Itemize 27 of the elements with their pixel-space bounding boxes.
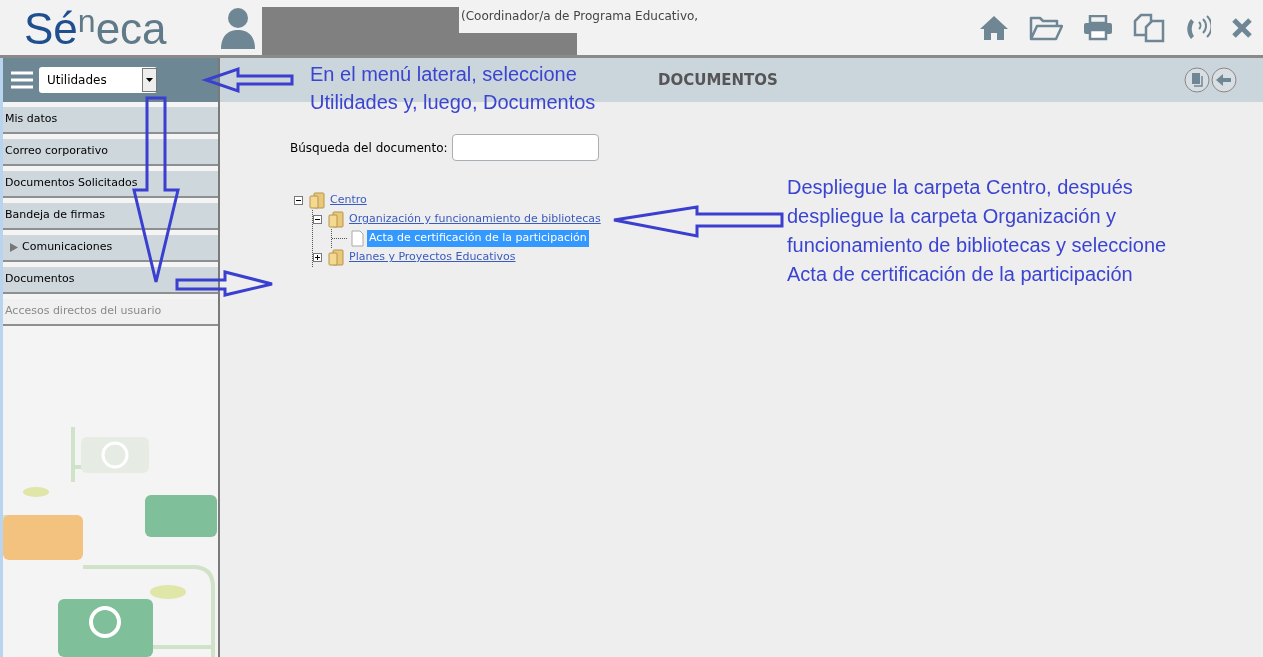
expand-toggle[interactable] — [313, 253, 322, 262]
collapse-toggle[interactable] — [294, 196, 303, 205]
folder-icon — [309, 192, 325, 209]
folder-icon[interactable] — [1029, 14, 1063, 41]
close-icon[interactable] — [1231, 16, 1253, 39]
menu-icon[interactable] — [11, 71, 33, 89]
folder-link[interactable]: Planes y Proyectos Educativos — [347, 249, 518, 266]
page-title: DOCUMENTOS — [658, 69, 778, 91]
dropdown-caret-icon[interactable] — [142, 68, 157, 92]
search-label: Búsqueda del documento: — [290, 139, 448, 157]
documents-icon[interactable] — [1184, 67, 1210, 93]
annotation-text: En el menú lateral, seleccione Utilidades y, luego, Documentos — [310, 62, 596, 115]
annotation-text: Despliegue la carpeta Centro, después despliegue la carpeta Organización y funcionamiento de bibliotecas y seleccione Acta de certificación de la participación — [787, 175, 1167, 287]
folder-icon — [328, 249, 344, 266]
folder-link[interactable]: Centro — [328, 192, 369, 209]
copy-icon[interactable] — [1133, 12, 1165, 43]
folder-icon — [328, 211, 344, 228]
document-icon — [351, 230, 364, 247]
menu-select[interactable]: Utilidades — [39, 67, 157, 93]
folder-link[interactable]: Organización y funcionamiento de bibliotecas — [347, 211, 603, 228]
collapse-toggle[interactable] — [313, 215, 322, 224]
user-avatar-icon — [220, 6, 256, 49]
home-icon[interactable] — [979, 14, 1009, 41]
print-icon[interactable] — [1083, 14, 1113, 41]
user-role: (Coordinador/a de Programa Educativo, — [461, 8, 699, 25]
search-field[interactable] — [451, 134, 599, 161]
expand-triangle-icon — [10, 243, 18, 252]
